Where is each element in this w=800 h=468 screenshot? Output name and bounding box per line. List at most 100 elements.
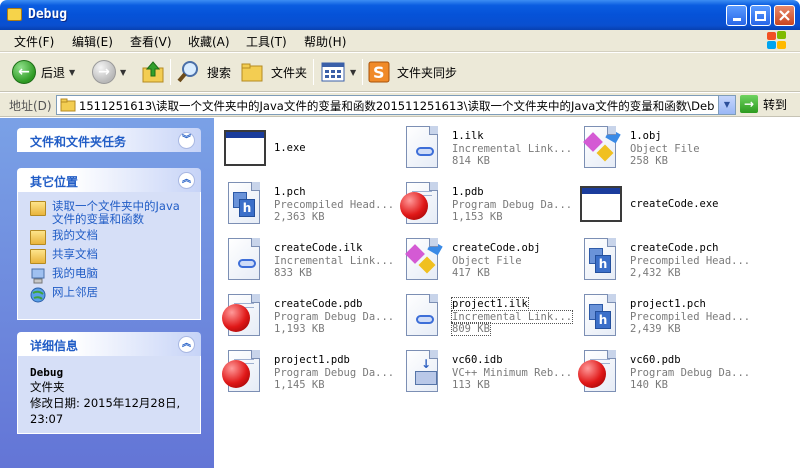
minimize-button[interactable]: [726, 5, 747, 26]
place-label: 我的电脑: [52, 266, 98, 280]
pch-header-icon: h: [222, 182, 266, 226]
exe-window-icon: [578, 182, 622, 226]
up-folder-icon: [142, 61, 164, 83]
forward-button[interactable]: → ▼: [92, 57, 126, 87]
file-size: 2,363 KB: [274, 211, 325, 223]
place-label: 我的文档: [52, 228, 98, 242]
place-network[interactable]: 网上邻居: [30, 286, 188, 303]
place-shared-documents[interactable]: 共享文档: [30, 248, 188, 264]
file-type: Program Debug Da...: [274, 367, 395, 379]
place-my-documents[interactable]: 我的文档: [30, 229, 188, 245]
maximize-button[interactable]: [750, 5, 771, 26]
menu-favorites[interactable]: 收藏(A): [188, 33, 230, 50]
pch-header-icon: h: [578, 294, 622, 338]
toolbar: ← 后退 ▼ → ▼ 搜索 文件夹 ▼ S 文件夹同步: [0, 53, 800, 92]
file-type: Incremental Link...: [274, 255, 395, 267]
place-parent-folder[interactable]: 读取一个文件夹中的Java文件的变量和函数: [30, 200, 188, 226]
network-places-icon: [30, 287, 46, 303]
menu-view[interactable]: 查看(V): [130, 33, 172, 50]
file-type: Program Debug Da...: [274, 311, 395, 323]
search-icon: [177, 61, 198, 83]
svg-text:S: S: [373, 63, 385, 82]
file-tasks-panel: 文件和文件夹任务 ︾: [17, 128, 201, 152]
menu-help[interactable]: 帮助(H): [304, 33, 346, 50]
file-item[interactable]: createCode.ilk Incremental Link... 833 K…: [218, 236, 394, 286]
file-item[interactable]: 1.ilk Incremental Link... 814 KB: [396, 124, 572, 174]
my-computer-icon: [30, 268, 46, 284]
file-item[interactable]: vc60.pdb Program Debug Da... 140 KB: [574, 348, 750, 398]
address-path: 1511251613\读取一个文件夹中的Java文件的变量和函数20151125…: [79, 99, 715, 113]
menu-tools[interactable]: 工具(T): [246, 33, 287, 50]
file-name: 1.obj: [630, 130, 662, 142]
dropdown-arrow-icon[interactable]: ▼: [350, 68, 356, 77]
file-tasks-header[interactable]: 文件和文件夹任务 ︾: [17, 128, 201, 152]
file-item[interactable]: createCode.obj Object File 417 KB: [396, 236, 566, 286]
details-name: Debug: [30, 366, 64, 379]
chevron-up-icon[interactable]: ︽: [178, 172, 195, 189]
file-size: 1,145 KB: [274, 379, 325, 391]
ilk-chain-icon: [400, 294, 444, 338]
address-input[interactable]: 1511251613\读取一个文件夹中的Java文件的变量和函数20151125…: [56, 95, 736, 115]
toolbar-separator: [313, 59, 314, 85]
file-name: createCode.ilk: [274, 242, 363, 254]
file-item[interactable]: project1.pdb Program Debug Da... 1,145 K…: [218, 348, 394, 398]
details-header[interactable]: 详细信息 ︽: [17, 332, 201, 356]
file-size: 809 KB: [451, 322, 491, 336]
toolbar-separator: [362, 59, 363, 85]
other-places-header[interactable]: 其它位置 ︽: [17, 168, 201, 192]
menu-file[interactable]: 文件(F): [14, 33, 54, 50]
up-folder-button[interactable]: [140, 57, 166, 87]
ilk-chain-icon: [222, 238, 266, 282]
chevron-down-icon[interactable]: ︾: [178, 132, 195, 149]
chevron-up-icon[interactable]: ︽: [178, 336, 195, 353]
folder-sync-button[interactable]: S 文件夹同步: [368, 57, 457, 87]
file-item[interactable]: 1.pdb Program Debug Da... 1,153 KB: [396, 180, 572, 230]
file-type: Object File: [630, 143, 700, 155]
file-size: 417 KB: [452, 267, 490, 279]
my-documents-icon: [30, 230, 46, 245]
go-button[interactable]: → 转到: [740, 95, 787, 113]
folder-sync-label: 文件夹同步: [397, 65, 458, 80]
file-view[interactable]: 1.exe 1.ilk Incremental Link... 814 KB 1…: [214, 118, 800, 468]
file-item[interactable]: 1.obj Object File 258 KB: [574, 124, 744, 174]
shared-documents-icon: [30, 249, 46, 264]
file-name: project1.pdb: [274, 354, 350, 366]
menu-edit[interactable]: 编辑(E): [72, 33, 113, 50]
file-type: Incremental Link...: [450, 310, 574, 324]
file-size: 2,439 KB: [630, 323, 681, 335]
file-item[interactable]: 1.exe: [218, 124, 388, 174]
folders-button[interactable]: 文件夹: [240, 57, 307, 87]
address-dropdown-icon[interactable]: ▼: [718, 96, 735, 114]
file-item[interactable]: createCode.pdb Program Debug Da... 1,193…: [218, 292, 394, 342]
file-item[interactable]: h 1.pch Precompiled Head... 2,363 KB: [218, 180, 394, 230]
file-item[interactable]: h createCode.pch Precompiled Head... 2,4…: [574, 236, 750, 286]
other-places-title: 其它位置: [30, 175, 79, 189]
file-item[interactable]: ↓ vc60.idb VC++ Minimum Reb... 113 KB: [396, 348, 572, 398]
close-button[interactable]: [774, 5, 795, 26]
details-body: Debug 文件夹 修改日期: 2015年12月28日, 23:07: [17, 356, 201, 434]
back-button[interactable]: ← 后退 ▼: [12, 57, 75, 87]
title-bar[interactable]: Debug: [0, 0, 800, 30]
file-size: 113 KB: [452, 379, 490, 391]
folder-icon: [60, 98, 76, 112]
file-name: createCode.obj: [452, 242, 541, 254]
file-name: project1.pch: [630, 298, 706, 310]
views-icon: [321, 62, 345, 82]
file-tasks-title: 文件和文件夹任务: [30, 135, 127, 149]
place-my-computer[interactable]: 我的电脑: [30, 266, 188, 284]
pdb-ball-icon: [400, 182, 444, 226]
file-item[interactable]: h project1.pch Precompiled Head... 2,439…: [574, 292, 750, 342]
back-arrow-icon: ←: [12, 60, 36, 84]
window-title: Debug: [28, 7, 68, 22]
file-name: 1.exe: [274, 142, 306, 154]
file-item-selected[interactable]: project1.ilk Incremental Link... 809 KB: [396, 292, 574, 342]
exe-window-icon: [222, 126, 266, 170]
place-label: 读取一个文件夹中的Java文件的变量和函数: [52, 199, 180, 226]
file-item[interactable]: createCode.exe: [574, 180, 744, 230]
dropdown-arrow-icon[interactable]: ▼: [120, 68, 126, 77]
views-button[interactable]: ▼: [320, 57, 356, 87]
pch-header-icon: h: [578, 238, 622, 282]
place-label: 共享文档: [52, 247, 98, 261]
dropdown-arrow-icon[interactable]: ▼: [69, 68, 75, 77]
search-button[interactable]: 搜索: [176, 57, 231, 87]
